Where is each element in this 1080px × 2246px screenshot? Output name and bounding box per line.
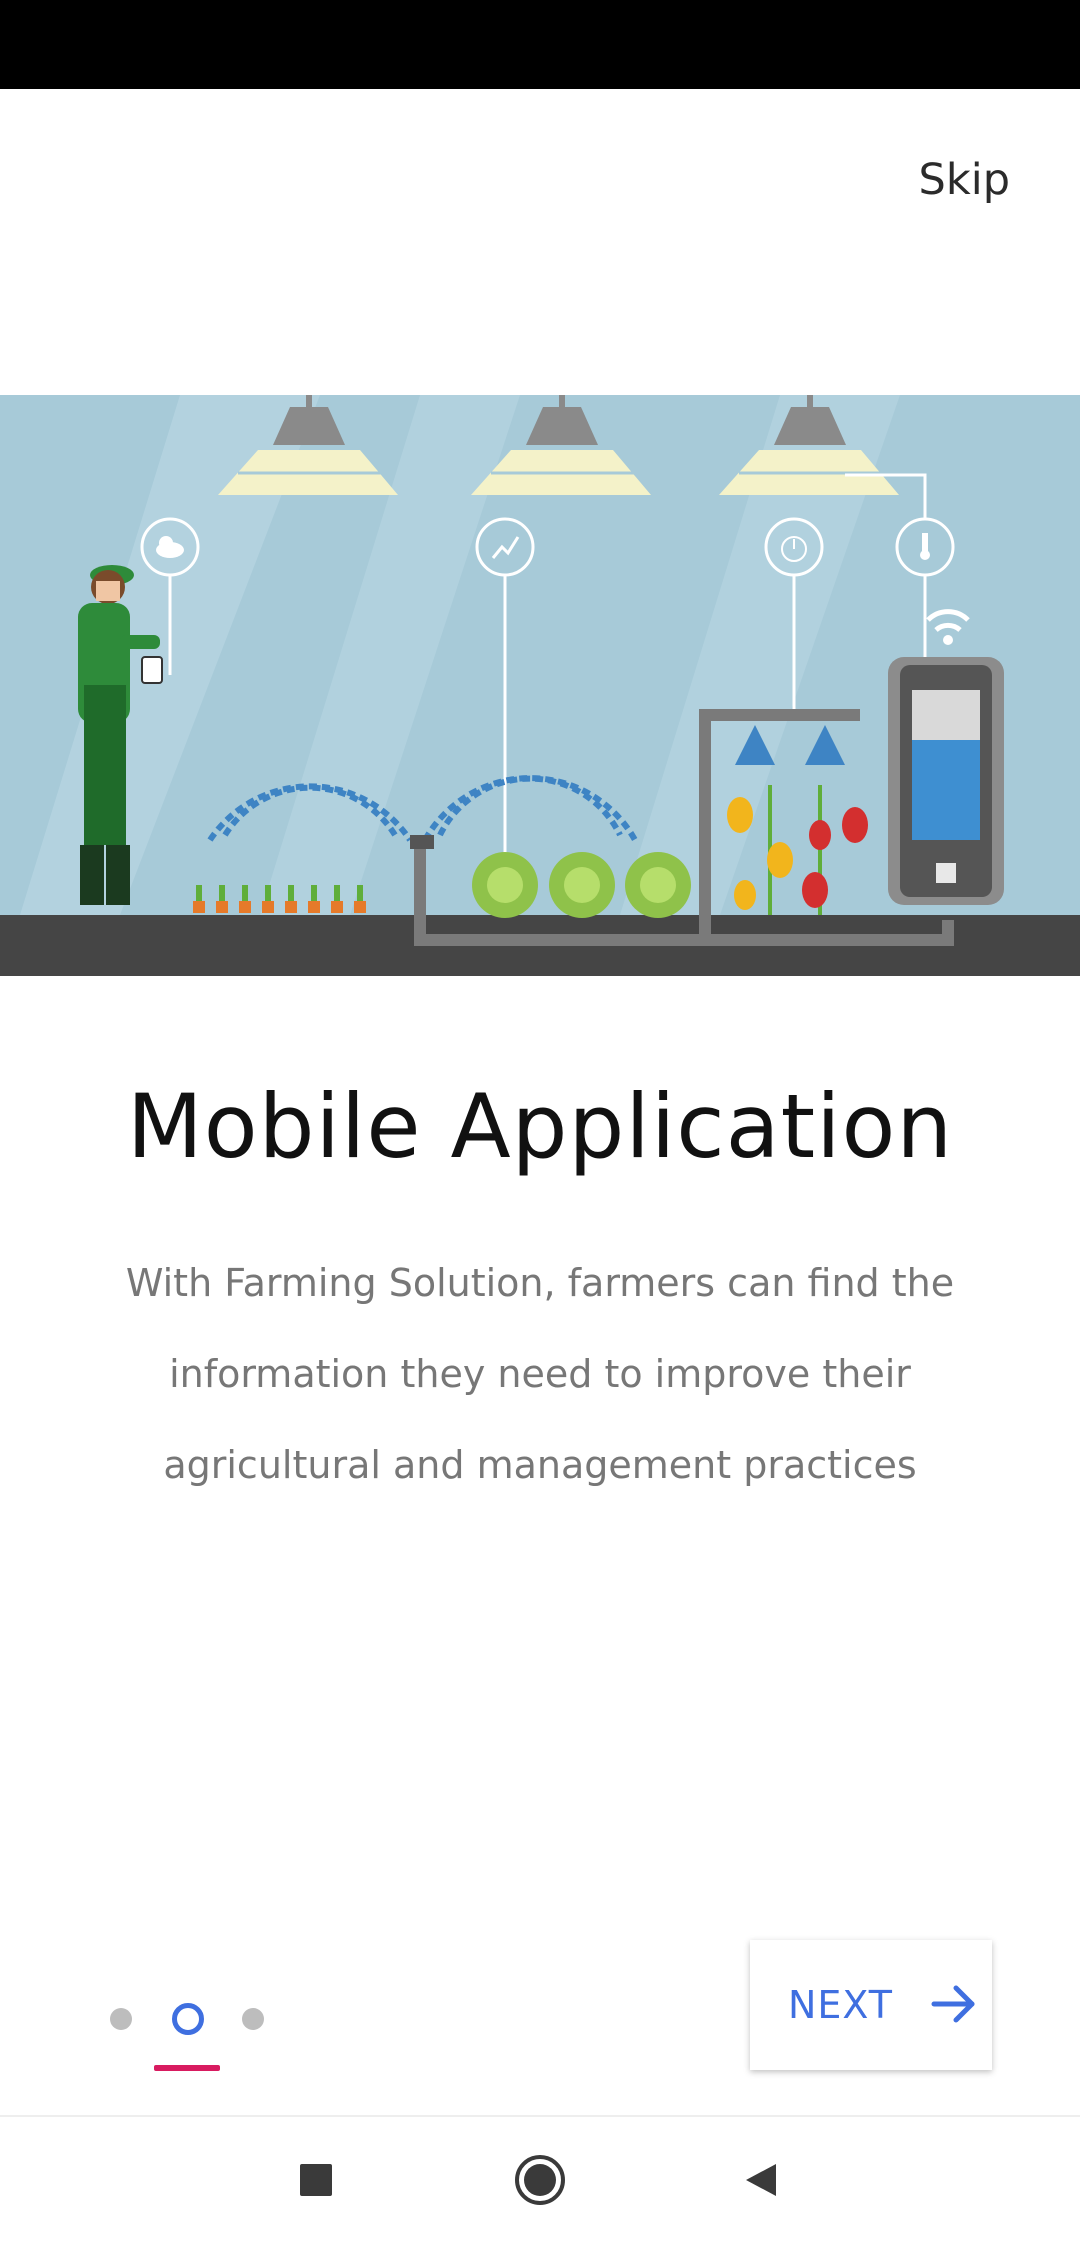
arrow-right-icon — [928, 1978, 980, 2033]
page-indicator — [100, 1980, 280, 2071]
back-button[interactable] — [727, 2147, 797, 2217]
smart-farm-illustration — [0, 395, 1080, 976]
square-icon — [298, 2162, 334, 2202]
skip-button[interactable]: Skip — [899, 150, 1030, 210]
page-dot-1[interactable] — [110, 2008, 132, 2030]
onboarding-description: With Farming Solution, farmers can find … — [125, 1261, 955, 1487]
status-bar — [0, 0, 1080, 89]
onboarding-title: Mobile Application — [126, 1075, 954, 1178]
triangle-back-icon — [742, 2160, 782, 2204]
hero-illustration — [0, 395, 1080, 976]
next-label: NEXT — [788, 1983, 894, 2027]
active-page-underline — [154, 2065, 220, 2071]
onboarding-screen: Skip Mobile Application With Farming Sol… — [0, 0, 1080, 2246]
home-button[interactable] — [505, 2147, 575, 2217]
recents-button[interactable] — [281, 2147, 351, 2217]
next-button[interactable]: NEXT — [750, 1940, 992, 2070]
page-dot-3[interactable] — [242, 2008, 264, 2030]
cabbages — [472, 852, 691, 918]
system-navigation-bar — [0, 2117, 1080, 2246]
circle-home-icon — [513, 2153, 567, 2211]
page-dot-2-active[interactable] — [172, 2003, 204, 2035]
